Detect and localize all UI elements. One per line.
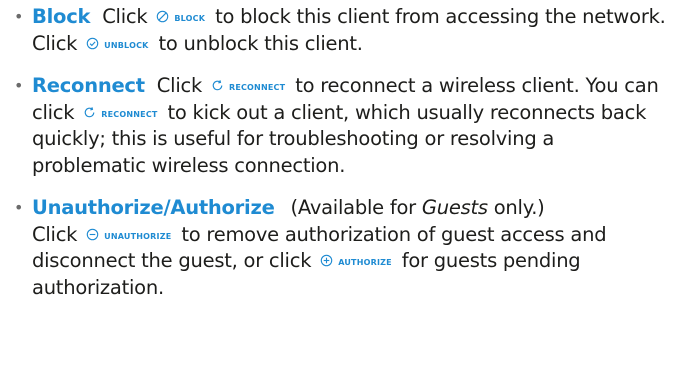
reconnect-icon [84,106,95,117]
bullet-icon: • [14,7,24,26]
body-text: Click [102,5,148,28]
bullet-icon: • [14,198,24,217]
body-text: to unblock this client. [158,31,363,55]
bullet-icon: • [14,76,24,95]
availability-note: (Available for Guests only.) [291,196,545,219]
authorize-icon [320,254,333,267]
unblock-icon [86,37,99,49]
unauthorize-icon [86,228,99,240]
authorize-label: AUTHORIZE [338,258,392,267]
list-item-block: • Block Click BLOCK to block this client… [12,4,667,57]
body-text: Click [32,222,78,246]
reconnect-label: RECONNECT [101,109,158,119]
note-text: only.) [493,196,545,219]
reconnect-button: RECONNECT [83,101,157,121]
block-icon [157,10,169,23]
authorize-button: AUTHORIZE [320,249,392,269]
list-item-authorize: • Unauthorize/Authorize (Available for G… [12,195,667,301]
list-item-reconnect: • Reconnect Click RECONNECT to reconnect… [12,73,667,179]
note-text: (Available for [290,196,417,219]
unauthorize-label: UNAUTHORIZE [104,231,172,241]
unblock-label: UNBLOCK [104,40,149,50]
term-unauthorize-authorize: Unauthorize/Authorize [32,196,275,219]
block-button: BLOCK [156,5,205,25]
reconnect-label: RECONNECT [228,83,286,92]
unblock-button: UNBLOCK [86,32,148,52]
body-text: Click [156,74,202,97]
note-emphasis: Guests [421,196,488,219]
document-page: • Block Click BLOCK to block this client… [0,0,677,377]
reconnect-icon [212,80,223,91]
block-label: BLOCK [174,14,206,23]
term-block: Block [32,5,91,28]
term-reconnect: Reconnect [32,74,145,97]
reconnect-button: RECONNECT [211,74,285,94]
unauthorize-button: UNAUTHORIZE [86,223,171,243]
action-list: • Block Click BLOCK to block this client… [12,4,667,301]
